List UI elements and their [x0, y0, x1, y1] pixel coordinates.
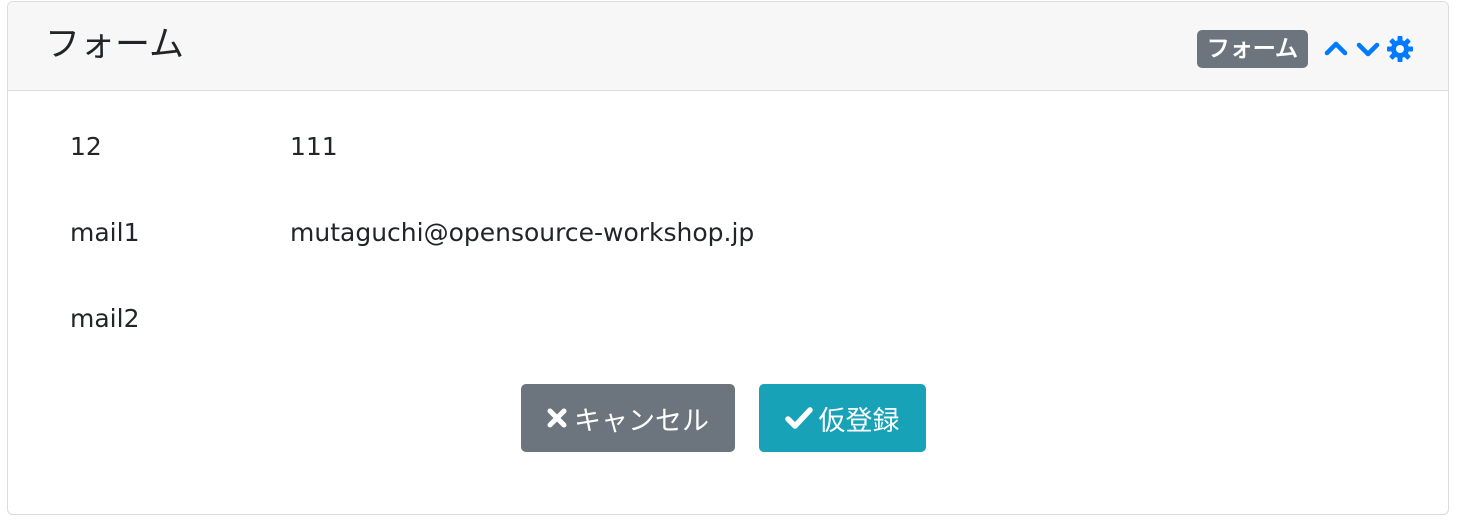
field-value: mutaguchi@opensource-workshop.jp [290, 218, 755, 247]
submit-label: 仮登録 [818, 405, 900, 437]
cancel-label: キャンセル [574, 405, 709, 437]
field-label: mail2 [70, 304, 140, 333]
gear-icon[interactable] [1386, 35, 1414, 63]
check-icon [784, 406, 813, 430]
field-value: 111 [290, 132, 338, 161]
field-label: mail1 [70, 218, 140, 247]
provisional-register-button[interactable]: 仮登録 [758, 384, 926, 452]
page-title: フォーム [45, 25, 184, 65]
times-icon [546, 407, 568, 429]
cancel-button[interactable]: キャンセル [520, 384, 735, 452]
field-label: 12 [70, 132, 102, 161]
card-header: フォーム フォーム [8, 2, 1448, 91]
form-card: フォーム フォーム 12 111 mail1 mutaguchi@opensou… [7, 1, 1449, 515]
form-buttons: キャンセル 仮登録 [8, 384, 1448, 452]
header-tools: フォーム [1196, 29, 1414, 69]
chevron-down-icon[interactable] [1354, 35, 1382, 63]
chevron-up-icon[interactable] [1322, 35, 1350, 63]
plugin-name-badge: フォーム [1196, 30, 1308, 68]
